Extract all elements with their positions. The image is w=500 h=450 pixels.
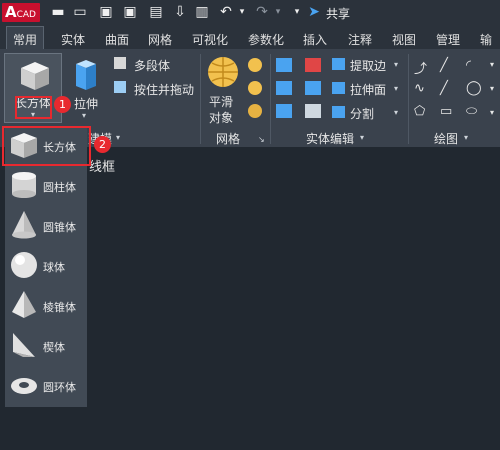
mesh-add-icon[interactable] <box>248 58 262 72</box>
wedge-icon <box>13 333 35 357</box>
draw-panel-title[interactable]: 绘图 <box>434 130 458 147</box>
torus-icon <box>11 378 37 394</box>
union-icon[interactable] <box>276 58 292 72</box>
redo-dropdown-icon[interactable]: ▾ <box>270 4 286 20</box>
extract-edges-button[interactable]: 提取边 ▾ <box>332 56 402 74</box>
box-dropdown-menu: 长方体 圆柱体 圆锥体 球体 棱锥体 楔体 圆环体 <box>5 126 87 407</box>
share-label[interactable]: 共享 <box>326 5 350 22</box>
mesh-remove-icon[interactable] <box>248 81 262 95</box>
save-icon[interactable]: ▣ <box>98 4 114 20</box>
cone-icon <box>12 211 36 239</box>
interfere-icon[interactable] <box>305 58 321 72</box>
extrude-icon <box>76 60 96 90</box>
tab-manage[interactable]: 管理 <box>436 31 460 48</box>
intersect-icon[interactable] <box>276 104 292 118</box>
extrude-face-button[interactable]: 拉伸面 ▾ <box>332 80 402 98</box>
tab-insert[interactable]: 插入 <box>303 31 327 48</box>
tab-home[interactable]: 常用 <box>6 26 45 50</box>
menu-item-wedge[interactable]: 楔体 <box>5 326 87 366</box>
annotation-highlight-box-item <box>2 126 91 166</box>
tab-parametric[interactable]: 参数化 <box>248 31 284 48</box>
extrude-face-icon <box>332 82 345 94</box>
menu-item-pyramid[interactable]: 棱锥体 <box>5 286 87 326</box>
slice-icon <box>332 106 345 118</box>
open-folder-icon[interactable]: ▭ <box>72 4 88 20</box>
fillet-icon[interactable] <box>305 81 321 95</box>
polysolid-icon <box>114 57 126 69</box>
sphere-icon <box>11 252 37 278</box>
rectangle-icon[interactable]: ▭ <box>440 104 452 119</box>
menu-item-cylinder[interactable]: 圆柱体 <box>5 166 87 206</box>
box-icon <box>21 62 49 90</box>
print-icon[interactable]: ▥ <box>194 4 210 20</box>
construction-line-icon[interactable]: ╱ <box>440 81 448 96</box>
smooth-object-button[interactable]: 平滑 对象 <box>204 53 242 125</box>
quick-access-toolbar: ACAD ▬ ▭ ▣ ▣ ▤ ⇩ ▥ ↶ ▾ ↷ ▾ ▾ ➤ 共享 <box>0 0 500 26</box>
mesh-settings-icon[interactable]: ↘ <box>258 135 265 144</box>
extrude-face-dropdown-icon[interactable]: ▾ <box>394 84 398 93</box>
ellipse-icon[interactable]: ⬭ <box>466 104 477 119</box>
presspull-icon <box>114 81 126 93</box>
customize-toolbar-icon[interactable]: ▾ <box>289 4 305 20</box>
new-file-icon[interactable]: ▬ <box>50 4 66 20</box>
modeling-panel-expand-icon[interactable]: ▾ <box>116 133 120 142</box>
slice-dropdown-icon[interactable]: ▾ <box>394 108 398 117</box>
visual-style-label[interactable]: 线框 <box>89 156 115 175</box>
circle-dropdown-icon[interactable]: ▾ <box>490 84 494 93</box>
panel-divider <box>270 54 271 144</box>
share-icon[interactable]: ➤ <box>306 4 322 20</box>
undo-icon[interactable]: ↶ <box>218 4 234 20</box>
menu-item-torus[interactable]: 圆环体 <box>5 366 87 406</box>
import-icon[interactable]: ⇩ <box>172 4 188 20</box>
panel-divider <box>408 54 409 144</box>
panel-divider <box>200 54 201 144</box>
arc-dropdown-icon[interactable]: ▾ <box>490 60 494 69</box>
undo-dropdown-icon[interactable]: ▾ <box>234 4 250 20</box>
tab-mesh[interactable]: 网格 <box>148 31 172 48</box>
save-as-icon[interactable]: ▣ <box>122 4 138 20</box>
app-logo[interactable]: ACAD <box>2 3 40 22</box>
solid-edit-panel-title[interactable]: 实体编辑 <box>306 130 354 147</box>
polysolid-button[interactable]: 多段体 <box>112 56 192 74</box>
mesh-crease-icon[interactable] <box>248 104 262 118</box>
ellipse-dropdown-icon[interactable]: ▾ <box>490 108 494 117</box>
cylinder-icon <box>12 172 36 198</box>
solid-edit-panel-expand-icon[interactable]: ▾ <box>360 133 364 142</box>
plot-preview-icon[interactable]: ▤ <box>148 4 164 20</box>
mesh-panel-title[interactable]: 网格 <box>216 130 240 147</box>
tab-solid[interactable]: 实体 <box>61 31 85 48</box>
tab-visualize[interactable]: 可视化 <box>192 31 228 48</box>
slice-button[interactable]: 分割 ▾ <box>332 104 402 122</box>
presspull-button[interactable]: 按住并拖动 <box>112 80 200 98</box>
ribbon-tabs: 常用 实体 曲面 网格 可视化 参数化 插入 注释 视图 管理 输出 <box>0 26 500 64</box>
tab-surface[interactable]: 曲面 <box>105 31 129 48</box>
tab-view[interactable]: 视图 <box>392 31 416 48</box>
extrude-dropdown-icon[interactable]: ▾ <box>82 111 86 120</box>
draw-panel-expand-icon[interactable]: ▾ <box>464 133 468 142</box>
circle-icon[interactable]: ◯ <box>466 80 482 96</box>
annotation-highlight-dropdown-arrow <box>15 96 52 119</box>
menu-item-cone[interactable]: 圆锥体 <box>5 206 87 246</box>
polygon-icon[interactable]: ⬠ <box>414 104 425 119</box>
menu-item-sphere[interactable]: 球体 <box>5 246 87 286</box>
spline-icon[interactable]: ∿ <box>414 81 425 96</box>
arc-icon[interactable]: ◜ <box>466 58 471 73</box>
shell-icon[interactable] <box>305 104 321 118</box>
line-icon[interactable]: ╱ <box>440 58 448 73</box>
tab-annotate[interactable]: 注释 <box>348 31 372 48</box>
redo-icon[interactable]: ↷ <box>254 4 270 20</box>
pyramid-icon <box>12 291 36 318</box>
smooth-sphere-icon <box>208 57 238 87</box>
extract-edges-dropdown-icon[interactable]: ▾ <box>394 60 398 69</box>
extrude-button[interactable]: 拉伸 ▾ <box>68 53 104 123</box>
subtract-icon[interactable] <box>276 81 292 95</box>
annotation-step-1: 1 <box>54 96 71 113</box>
extract-edges-icon <box>332 58 345 70</box>
annotation-step-2: 2 <box>94 136 111 153</box>
polyline-icon[interactable]: ⤴ <box>414 58 427 77</box>
